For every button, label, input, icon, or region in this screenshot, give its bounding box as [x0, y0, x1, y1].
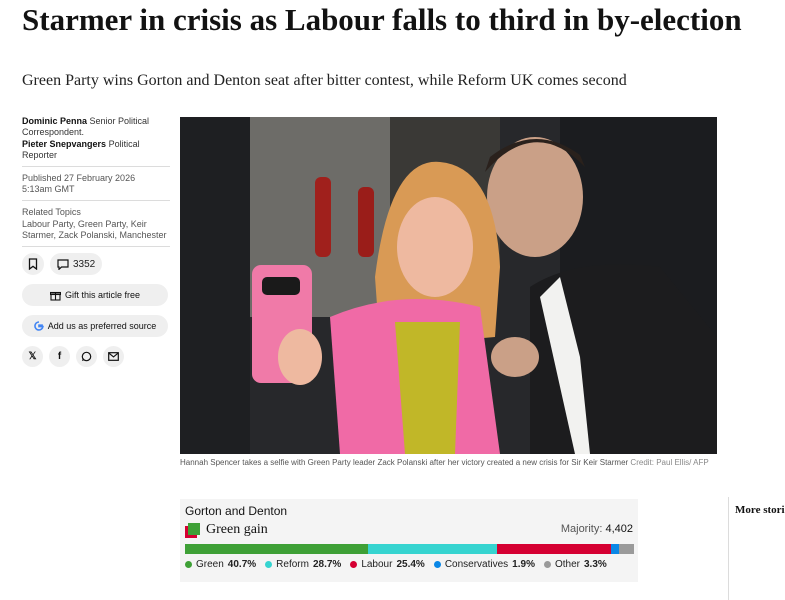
majority-value: 4,402 — [605, 523, 633, 535]
party-share: 3.3% — [583, 559, 607, 570]
vote-segment-other — [619, 544, 634, 554]
legend-dot — [433, 561, 441, 568]
vote-segment-conservatives — [610, 544, 620, 554]
legend-dot — [185, 561, 192, 568]
by-election-results[interactable]: Gorton and Denton Green gain Majority: 4… — [180, 499, 638, 582]
legend-item-green: Green 40.7% — [185, 559, 256, 570]
gift-article-button[interactable]: Gift this article free — [22, 284, 168, 306]
party-share: 28.7% — [312, 559, 342, 570]
gain-flag-icon — [185, 522, 200, 538]
share-facebook-button[interactable]: f — [49, 346, 70, 367]
divider — [22, 166, 170, 167]
legend-item-other: Other 3.3% — [543, 559, 607, 570]
legend-dot — [350, 561, 358, 568]
published-date: Published 27 February 2026 — [22, 173, 136, 183]
email-icon — [108, 352, 119, 361]
majority: Majority: 4,402 — [561, 523, 633, 535]
gain-row: Green gain — [185, 522, 268, 538]
author-name[interactable]: Pieter Snepvangers — [22, 139, 106, 149]
article-sidebar: Dominic Penna Senior Political Correspon… — [22, 116, 170, 367]
legend-item-labour: Labour 25.4% — [350, 559, 425, 570]
share-buttons: 𝕏 f — [22, 346, 170, 367]
party-name: Other — [554, 559, 580, 570]
gift-icon — [49, 291, 61, 301]
published-time: 5:13am GMT — [22, 184, 75, 194]
party-name: Green — [196, 559, 224, 570]
preferred-source-label: Add us as preferred source — [47, 320, 157, 331]
vote-share-legend: Green 40.7% Reform 28.7% Labour 25.4% Conserva… — [185, 559, 607, 570]
legend-dot — [265, 561, 273, 568]
article-actions: 3352 — [22, 253, 170, 275]
more-stories-panel: More stories — [728, 497, 785, 600]
vote-segment-green — [185, 544, 368, 554]
legend-dot — [543, 561, 551, 568]
party-share: 1.9% — [512, 559, 535, 570]
share-x-button[interactable]: 𝕏 — [22, 346, 43, 367]
author-1: Dominic Penna Senior Political Correspon… — [22, 116, 170, 138]
share-email-button[interactable] — [103, 346, 124, 367]
party-share: 40.7% — [227, 559, 257, 570]
more-stories-heading: More stories — [735, 504, 785, 516]
share-whatsapp-button[interactable] — [76, 346, 97, 367]
party-name: Labour — [361, 559, 393, 570]
related-topics-list[interactable]: Labour Party, Green Party, Keir Starmer,… — [22, 219, 170, 241]
bookmark-button[interactable] — [22, 253, 44, 275]
google-icon — [33, 321, 44, 331]
party-name: Reform — [276, 559, 309, 570]
bookmark-icon — [28, 258, 38, 270]
article-photo — [180, 117, 717, 454]
selfie-photo-illustration — [180, 117, 717, 454]
constituency-name: Gorton and Denton — [185, 504, 288, 518]
gift-label: Gift this article free — [64, 289, 141, 300]
photo-caption: Hannah Spencer takes a selfie with Green… — [180, 458, 720, 468]
vote-share-bar — [185, 544, 634, 554]
vote-segment-labour — [496, 544, 611, 554]
gain-label: Green gain — [206, 522, 268, 537]
divider — [22, 246, 170, 247]
divider — [22, 200, 170, 201]
headline: Starmer in crisis as Labour falls to thi… — [22, 2, 742, 37]
party-name: Conservatives — [444, 559, 509, 570]
vote-segment-reform — [367, 544, 497, 554]
party-share: 25.4% — [396, 559, 425, 570]
related-topics-title: Related Topics — [22, 207, 81, 217]
majority-label: Majority: — [560, 523, 603, 535]
standfirst: Green Party wins Gorton and Denton seat … — [22, 72, 627, 89]
author-2: Pieter Snepvangers Political Reporter — [22, 139, 170, 161]
x-icon: 𝕏 — [28, 351, 37, 362]
author-name[interactable]: Dominic Penna — [22, 116, 87, 126]
legend-item-reform: Reform 28.7% — [265, 559, 341, 570]
facebook-icon: f — [57, 351, 62, 362]
whatsapp-icon — [81, 351, 92, 362]
comment-icon — [57, 258, 69, 270]
photo-credit: Credit: Paul Ellis/ AFP — [630, 458, 709, 467]
preferred-source-button[interactable]: Add us as preferred source — [22, 315, 168, 337]
comment-count: 3352 — [73, 258, 96, 270]
caption-text: Hannah Spencer takes a selfie with Green… — [180, 458, 629, 467]
comments-button[interactable]: 3352 — [50, 253, 103, 275]
legend-item-conservatives: Conservatives 1.9% — [433, 559, 535, 570]
